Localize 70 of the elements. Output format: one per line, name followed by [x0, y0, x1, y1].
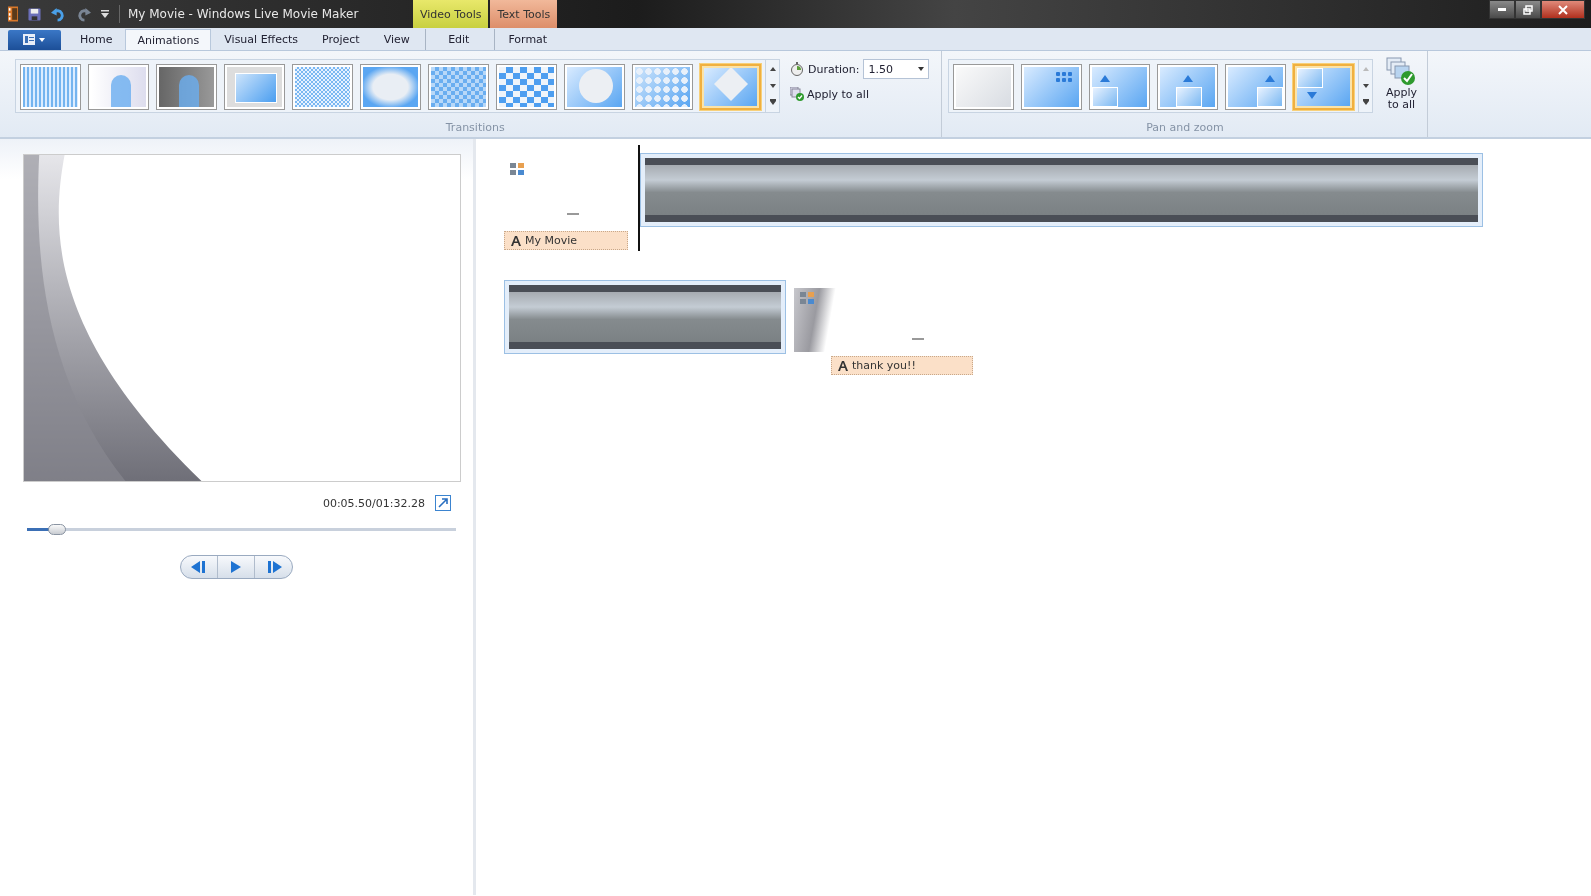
checkmark-pages-icon [1386, 57, 1417, 87]
caption-text: thank you!! [852, 359, 916, 372]
group-label: Transitions [445, 121, 505, 134]
transition-thumbnail[interactable] [496, 64, 557, 110]
play-icon [230, 561, 242, 573]
slider-thumb[interactable] [48, 524, 66, 535]
transition-thumbnail[interactable] [292, 64, 353, 110]
duration-label: Duration: [808, 62, 860, 76]
slide-logo-mark [567, 213, 579, 215]
caption-clip[interactable]: My Movie [504, 231, 628, 250]
restore-icon [1523, 4, 1533, 15]
pan-zoom-thumbnail[interactable] [1293, 64, 1355, 110]
ribbon-tab[interactable]: Project [311, 29, 371, 50]
caption-clip[interactable]: thank you!! [831, 356, 973, 375]
caption-text: My Movie [525, 234, 578, 247]
redo-icon[interactable] [76, 6, 91, 22]
apply-to-all-button[interactable]: Apply to all [1381, 57, 1422, 111]
undo-icon[interactable] [51, 6, 66, 22]
ribbon-tab[interactable]: Home [69, 29, 124, 50]
ribbon-tab[interactable]: Animations [125, 29, 212, 50]
gallery-scroller[interactable] [1359, 59, 1374, 113]
ribbon-tab[interactable]: Format [496, 29, 559, 50]
contextual-tab-header: Video Tools [413, 0, 489, 28]
gallery-scroller[interactable] [766, 59, 780, 113]
pan-zoom-thumbnail[interactable] [1089, 64, 1151, 110]
transition-thumbnail[interactable] [20, 64, 81, 110]
video-clip[interactable] [504, 280, 786, 354]
transition-thumbnail[interactable] [428, 64, 489, 110]
fullscreen-icon[interactable] [435, 495, 451, 511]
next-frame-icon [265, 561, 282, 573]
apply-to-all-button[interactable]: Apply to all [790, 87, 930, 101]
window-title: My Movie - Windows Live Movie Maker [127, 7, 360, 21]
text-caption-icon [511, 235, 521, 246]
minimize-icon [1498, 8, 1506, 11]
seek-slider[interactable] [27, 523, 456, 536]
close-icon [1558, 4, 1568, 15]
transition-icon [510, 163, 524, 175]
ribbon-tab[interactable]: View [372, 29, 421, 50]
film-icon[interactable] [8, 6, 18, 22]
video-clip[interactable] [640, 153, 1483, 227]
transition-thumbnail[interactable] [700, 64, 761, 110]
pan-zoom-thumbnail[interactable] [1225, 64, 1287, 110]
close-button[interactable] [1541, 0, 1585, 19]
ribbon-tab[interactable]: Edit [427, 29, 490, 50]
app-menu-button[interactable] [8, 30, 61, 50]
restore-button[interactable] [1515, 0, 1541, 19]
previous-frame-icon [191, 561, 207, 573]
menu-icon [22, 34, 47, 46]
group-label: Pan and zoom [1146, 121, 1224, 134]
contextual-tab-header: Text Tools [490, 0, 558, 28]
transition-icon [800, 292, 814, 304]
stopwatch-icon [790, 62, 804, 76]
pan-zoom-thumbnail[interactable] [1021, 64, 1083, 110]
duration-combo-box[interactable]: 1.50 [863, 59, 930, 79]
pan-zoom-thumbnail[interactable] [953, 64, 1015, 110]
transition-thumbnail[interactable] [632, 64, 693, 110]
text-caption-icon [838, 360, 848, 371]
transition-thumbnail[interactable] [360, 64, 421, 110]
transition-thumbnail[interactable] [564, 64, 625, 110]
checkmark-pages-icon [790, 87, 804, 101]
transition-thumbnail[interactable] [224, 64, 285, 110]
pan-zoom-thumbnail[interactable] [1157, 64, 1219, 110]
transition-thumbnail[interactable] [88, 64, 149, 110]
transition-thumbnail[interactable] [156, 64, 217, 110]
save-icon[interactable] [28, 7, 41, 21]
slide-logo-mark [912, 338, 924, 340]
time-display: 00:05.50/01:32.28 [322, 496, 425, 510]
minimize-button[interactable] [1489, 0, 1515, 19]
ribbon-tab[interactable]: Visual Effects [213, 29, 310, 50]
customize-dropdown-icon[interactable] [101, 10, 109, 18]
